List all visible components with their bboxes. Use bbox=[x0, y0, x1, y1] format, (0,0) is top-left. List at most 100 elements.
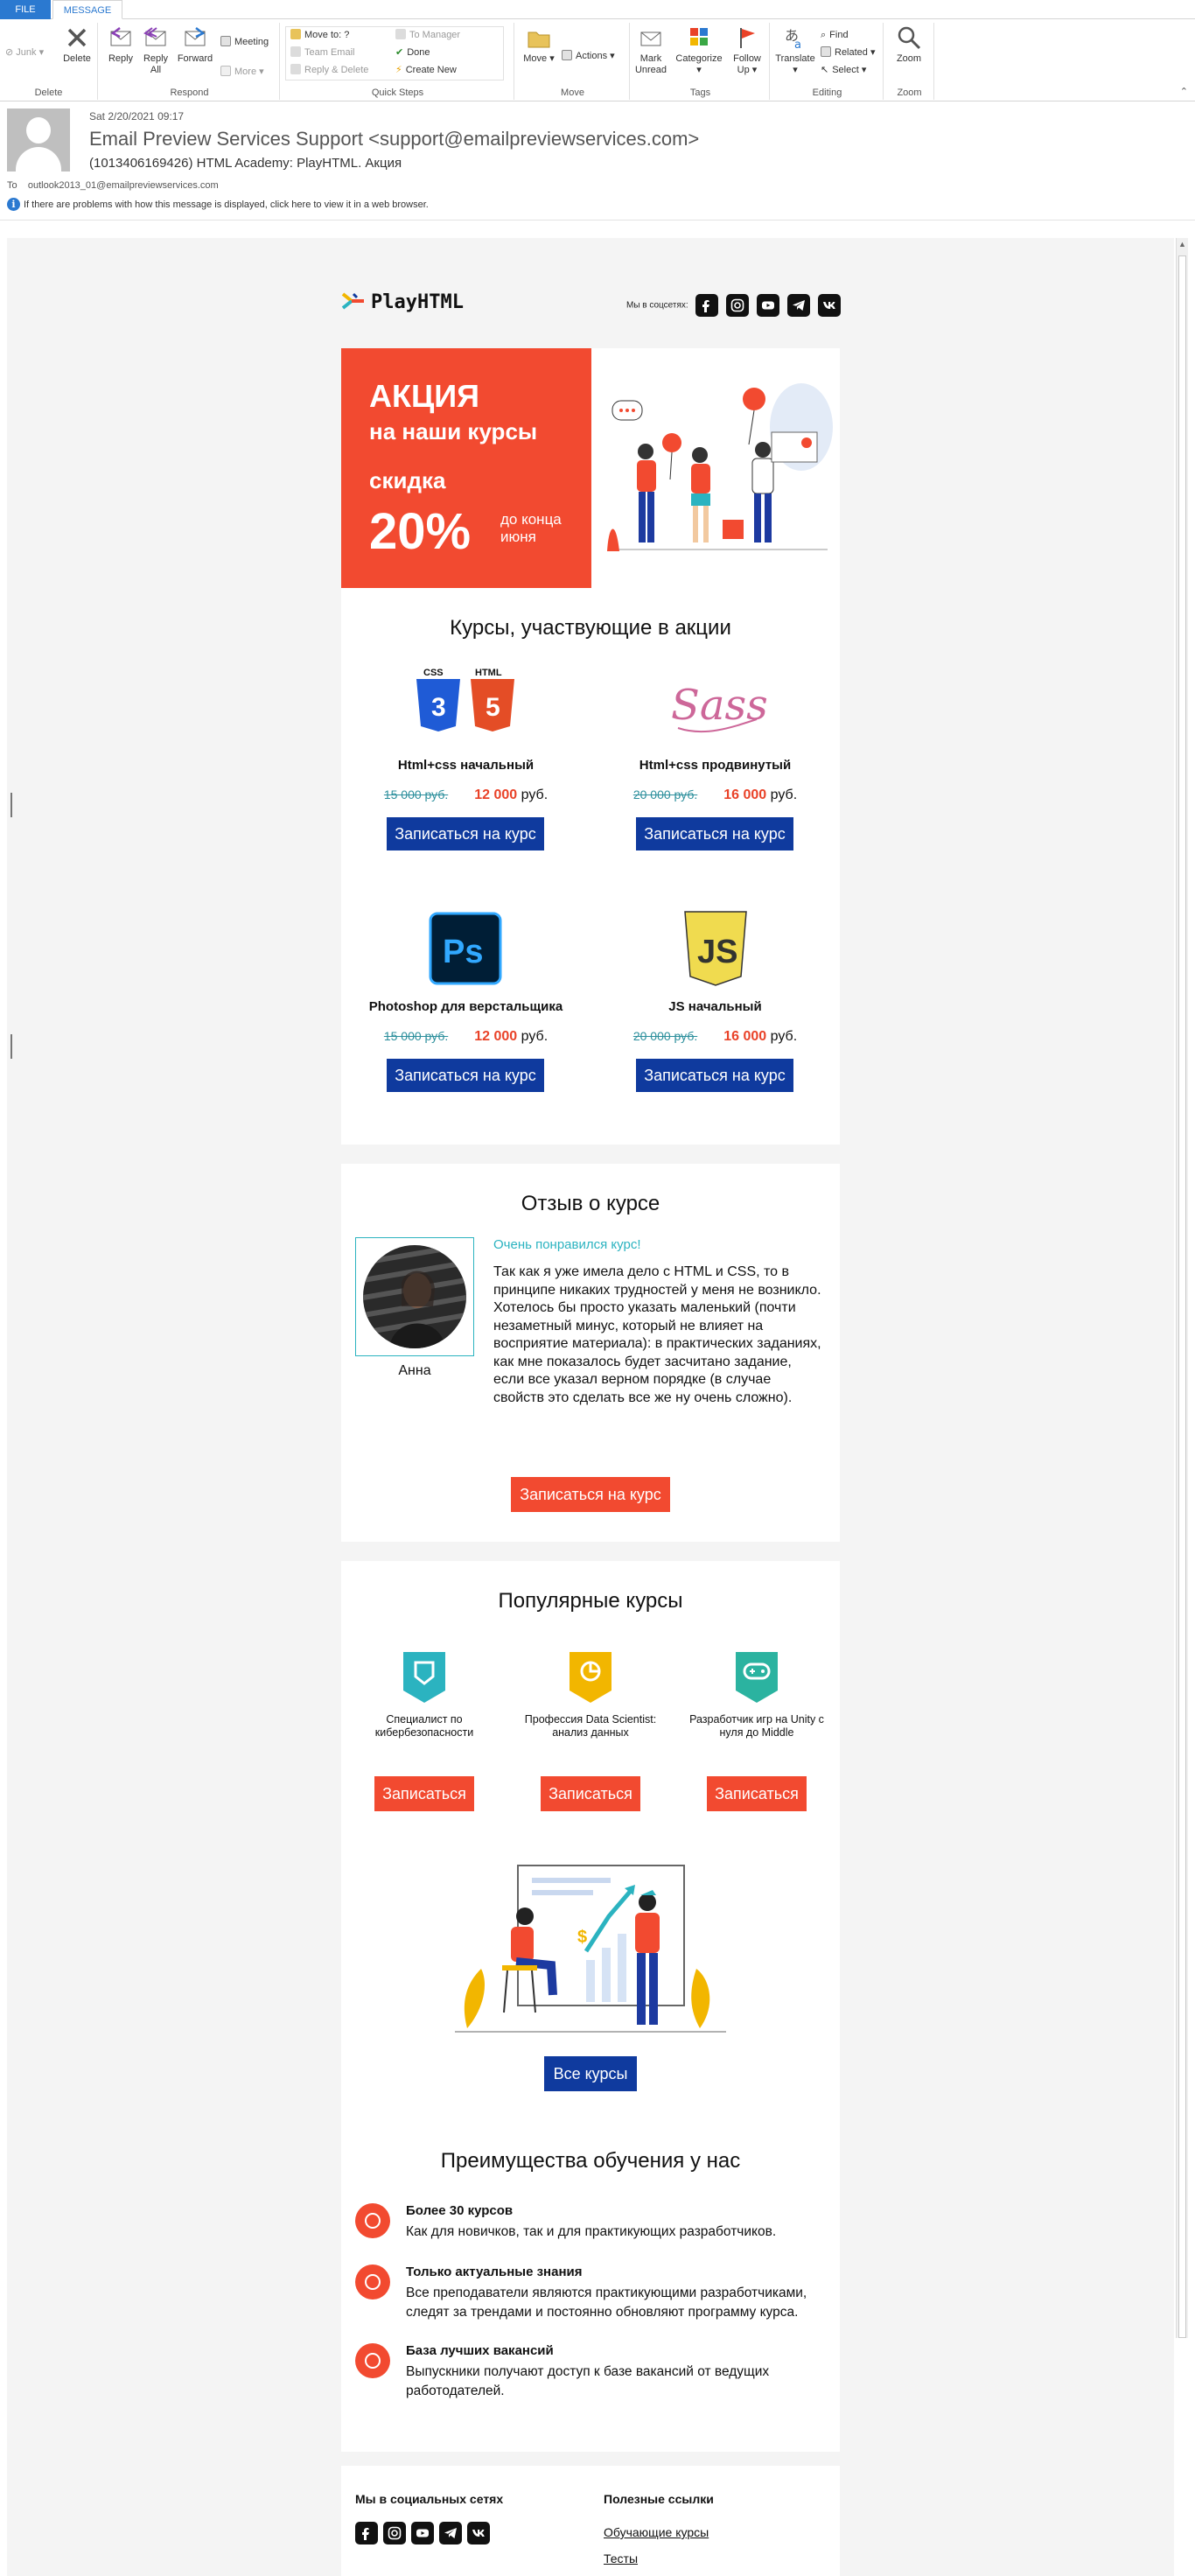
quickstep-reply-delete[interactable]: Reply & Delete bbox=[290, 63, 368, 77]
course-prices: 15 000 руб. 12 000 руб. bbox=[341, 1029, 591, 1045]
tags-group-label: Tags bbox=[689, 88, 711, 98]
enroll-course-button[interactable]: Записаться на курс bbox=[636, 1059, 793, 1092]
youtube-icon[interactable] bbox=[757, 294, 780, 317]
advantage-title: Более 30 курсов bbox=[406, 2203, 514, 2218]
lightning-icon: ⚡ bbox=[395, 65, 402, 75]
playhtml-logo[interactable]: PlayHTML bbox=[341, 290, 464, 317]
hero-illustration bbox=[591, 348, 840, 588]
instagram-icon[interactable] bbox=[383, 2522, 406, 2544]
tab-message[interactable]: MESSAGE bbox=[52, 0, 122, 19]
old-price: 15 000 руб. bbox=[383, 1029, 449, 1043]
popular-enroll-button[interactable]: Записаться bbox=[374, 1776, 474, 1811]
old-price: 20 000 руб. bbox=[632, 788, 698, 802]
vk-icon[interactable] bbox=[817, 294, 841, 317]
reply-delete-icon bbox=[290, 64, 301, 74]
scroll-up-icon[interactable]: ▲ bbox=[1177, 238, 1188, 250]
facebook-icon[interactable] bbox=[695, 294, 719, 317]
smile-icon bbox=[355, 2203, 390, 2238]
facebook-icon[interactable] bbox=[355, 2522, 378, 2544]
footer-link-tests[interactable]: Тесты bbox=[604, 2552, 638, 2566]
reply-icon bbox=[110, 27, 131, 46]
all-courses-button[interactable]: Все курсы bbox=[544, 2056, 637, 2091]
move-button[interactable]: Move ▾ bbox=[520, 24, 558, 65]
delete-button[interactable]: Delete bbox=[58, 24, 96, 65]
scrollbar-thumb[interactable] bbox=[1178, 256, 1186, 2338]
advantage-desc: Как для новичков, так и для практикующих… bbox=[406, 2224, 777, 2239]
translate-button[interactable]: あa Translate ▾ bbox=[773, 24, 817, 76]
instagram-icon[interactable] bbox=[726, 294, 750, 317]
magnifier-icon bbox=[898, 26, 921, 50]
telegram-icon[interactable] bbox=[439, 2522, 462, 2544]
enroll-course-button[interactable]: Записаться на курс bbox=[387, 1059, 544, 1092]
popular-enroll-button[interactable]: Записаться bbox=[707, 1776, 807, 1811]
body-scrollbar[interactable]: ▲ bbox=[1176, 238, 1188, 2338]
tags-group: Mark Unread Categorize ▾ Follow Up ▾ Tags bbox=[632, 23, 770, 100]
quicksteps-group: Move to: ? Team Email Reply & Delete To … bbox=[282, 23, 514, 100]
review-title: Отзыв о курсе bbox=[521, 1192, 660, 1215]
quickstep-to-manager[interactable]: To Manager bbox=[395, 28, 460, 42]
youtube-icon[interactable] bbox=[411, 2522, 434, 2544]
advantage-item: База лучших вакансий Выпускники получают… bbox=[355, 2343, 828, 2413]
zoom-button[interactable]: Zoom bbox=[889, 24, 929, 65]
svg-text:$: $ bbox=[577, 1928, 587, 1947]
actions-button[interactable]: Actions ▾ bbox=[562, 49, 615, 63]
sender-avatar bbox=[7, 108, 70, 172]
course-prices: 15 000 руб. 12 000 руб. bbox=[341, 788, 591, 803]
popular-courses-card: Популярные курсы Специалист по кибербезо… bbox=[341, 1561, 840, 2452]
enroll-course-button[interactable]: Записаться на курс bbox=[387, 817, 544, 850]
margin-marker bbox=[10, 793, 12, 817]
web-view-text: If there are problems with how this mess… bbox=[24, 200, 429, 210]
junk-button[interactable]: ⊘ Junk ▾ bbox=[5, 46, 44, 60]
course-prices: 20 000 руб. 16 000 руб. bbox=[591, 1029, 840, 1045]
vk-icon[interactable] bbox=[467, 2522, 490, 2544]
currency: руб. bbox=[770, 1029, 798, 1044]
svg-text:5: 5 bbox=[486, 693, 500, 722]
ribbon: ⊘ Junk ▾ Delete Delete Reply Reply All Fo… bbox=[0, 19, 1195, 102]
course-name: JS начальный bbox=[668, 999, 762, 1014]
presentation-illustration: $ bbox=[455, 1865, 726, 2033]
categorize-button[interactable]: Categorize ▾ bbox=[672, 24, 726, 76]
junk-icon: ⊘ bbox=[5, 47, 14, 58]
collapse-ribbon-icon[interactable]: ⌃ bbox=[1180, 86, 1188, 97]
hero-title: АКЦИЯ bbox=[369, 378, 480, 414]
hero-subtitle: на наши курсы bbox=[369, 418, 538, 444]
telegram-icon[interactable] bbox=[786, 294, 810, 317]
quickstep-done[interactable]: ✔ Done bbox=[395, 46, 430, 60]
course-name: Html+css начальный bbox=[397, 758, 535, 773]
related-button[interactable]: Related ▾ bbox=[821, 46, 876, 60]
mark-unread-button[interactable]: Mark Unread bbox=[632, 24, 670, 76]
css-icon-label: CSS bbox=[423, 668, 444, 678]
delete-icon bbox=[67, 28, 87, 47]
actions-icon bbox=[562, 50, 572, 60]
quickstep-move-to[interactable]: Move to: ? bbox=[290, 28, 349, 42]
gamepad-icon bbox=[736, 1652, 778, 1703]
flag-icon bbox=[740, 28, 755, 48]
forward-button[interactable]: Forward bbox=[175, 24, 215, 65]
more-respond-button[interactable]: More ▾ bbox=[220, 65, 264, 79]
footer-link-courses[interactable]: Обучающие курсы bbox=[604, 2525, 709, 2539]
enroll-course-button[interactable]: Записаться на курс bbox=[636, 817, 793, 850]
quickstep-create-new[interactable]: ⚡ Create New bbox=[395, 63, 457, 77]
follow-up-button[interactable]: Follow Up ▾ bbox=[728, 24, 766, 76]
web-view-infobar[interactable]: i If there are problems with how this mes… bbox=[7, 198, 429, 211]
popular-course-name: Специалист по кибербезопасности bbox=[374, 1713, 474, 1739]
team-celebration-illustration bbox=[607, 383, 833, 551]
zoom-group-label: Zoom bbox=[897, 88, 922, 98]
find-button[interactable]: ⌕ Find bbox=[821, 28, 849, 42]
meeting-button[interactable]: Meeting bbox=[220, 35, 269, 49]
message-from[interactable]: Email Preview Services Support <support@… bbox=[89, 128, 699, 150]
select-button[interactable]: ↖ Select ▾ bbox=[821, 63, 866, 77]
review-enroll-button[interactable]: Записаться на курс bbox=[511, 1477, 670, 1512]
quickstep-team-email[interactable]: Team Email bbox=[290, 46, 354, 60]
info-icon: i bbox=[7, 198, 20, 211]
footer-links-title: Полезные ссылки bbox=[604, 2492, 714, 2506]
hero-discount-label: скидка bbox=[369, 467, 446, 494]
reply-button[interactable]: Reply bbox=[103, 24, 138, 65]
reviewer-avatar bbox=[363, 1245, 466, 1348]
tab-file[interactable]: FILE bbox=[0, 0, 51, 19]
to-address[interactable]: outlook2013_01@emailpreviewservices.com bbox=[28, 180, 219, 191]
check-icon: ✔ bbox=[395, 47, 404, 58]
popular-enroll-button[interactable]: Записаться bbox=[541, 1776, 640, 1811]
reply-all-button[interactable]: Reply All bbox=[138, 24, 173, 76]
to-label: To bbox=[7, 180, 17, 191]
